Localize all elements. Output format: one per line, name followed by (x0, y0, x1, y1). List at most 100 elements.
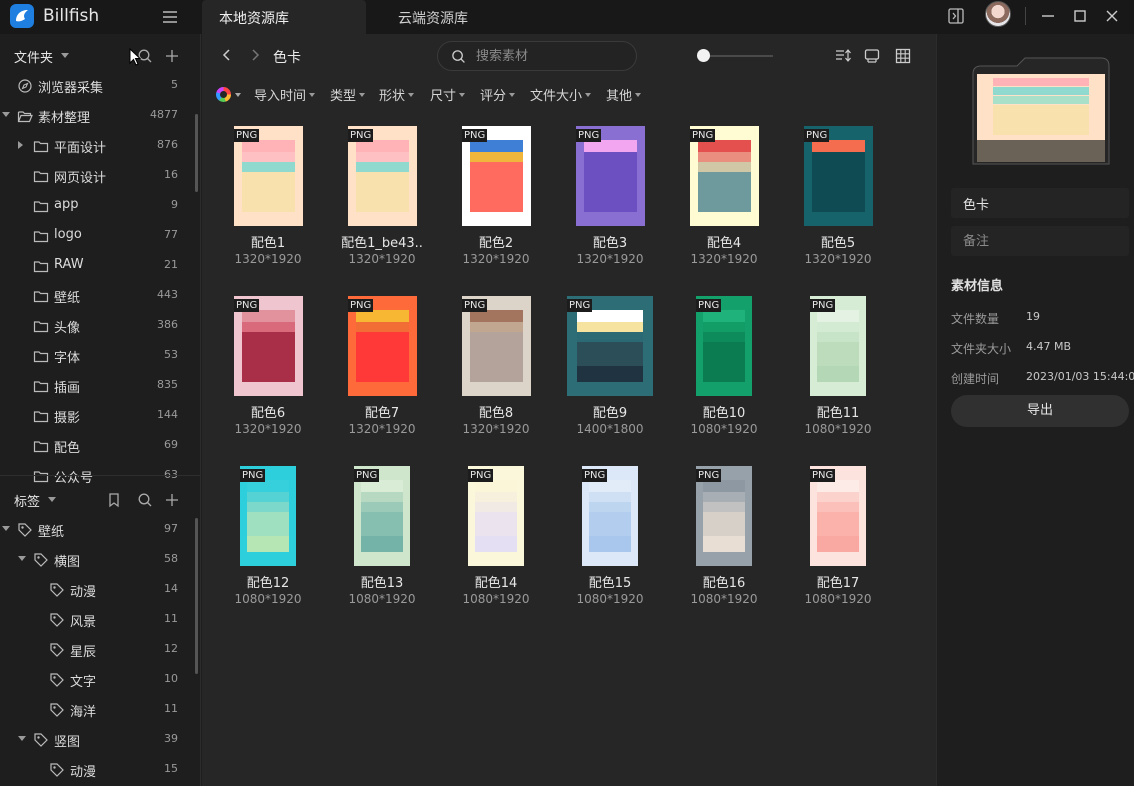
filter-dimension[interactable]: 尺寸 (430, 85, 465, 104)
search-input[interactable] (476, 47, 626, 65)
asset-card[interactable]: PNG 配色3 1320*1920 (560, 126, 660, 276)
sidebar-folder-item[interactable]: 摄影 144 (0, 401, 196, 431)
bookmark-icon[interactable] (106, 492, 122, 512)
asset-card[interactable]: PNG 配色6 1320*1920 (218, 296, 318, 446)
tags-scrollbar[interactable] (195, 518, 198, 674)
asset-card[interactable]: PNG 配色9 1400*1800 (560, 296, 660, 446)
collapse-caret-icon[interactable] (18, 141, 23, 149)
sidebar-folder-item[interactable]: 平面设计 876 (0, 131, 196, 161)
sidebar-folder-item[interactable]: app 9 (0, 191, 196, 221)
asset-thumbnail[interactable]: PNG (690, 126, 759, 226)
sidebar-folder-item[interactable]: logo 77 (0, 221, 196, 251)
filter-shape[interactable]: 形状 (379, 85, 414, 104)
sidebar-tag-item[interactable]: 竖图 39 (0, 725, 196, 755)
user-avatar[interactable] (985, 1, 1011, 27)
sidebar-folder-item[interactable]: 浏览器采集 5 (0, 71, 196, 101)
expand-caret-icon[interactable] (18, 736, 26, 741)
sidebar-folder-item[interactable]: 壁纸 443 (0, 281, 196, 311)
asset-thumbnail[interactable]: PNG (696, 296, 752, 396)
expand-caret-icon[interactable] (2, 526, 10, 531)
panel-toggle-icon[interactable] (947, 7, 965, 25)
expand-caret-icon[interactable] (2, 112, 10, 117)
sidebar-folder-item[interactable]: 配色 69 (0, 431, 196, 461)
asset-thumbnail[interactable]: PNG (582, 466, 638, 566)
asset-thumbnail[interactable]: PNG (804, 126, 873, 226)
asset-card[interactable]: PNG 配色11 1080*1920 (788, 296, 888, 446)
asset-thumbnail[interactable]: PNG (348, 126, 417, 226)
minimize-icon[interactable] (1038, 6, 1058, 26)
asset-card[interactable]: PNG 配色1_be43.. 1320*1920 (332, 126, 432, 276)
asset-thumbnail[interactable]: PNG (462, 296, 531, 396)
asset-card[interactable]: PNG 配色17 1080*1920 (788, 466, 888, 616)
tags-caret-icon[interactable] (48, 497, 56, 502)
asset-card[interactable]: PNG 配色16 1080*1920 (674, 466, 774, 616)
color-filter-icon[interactable] (216, 87, 231, 102)
tab-local-library[interactable]: 本地资源库 (202, 0, 366, 34)
sidebar-tag-item[interactable]: 星辰 12 (0, 635, 196, 665)
asset-thumbnail[interactable]: PNG (468, 466, 524, 566)
sidebar-tag-item[interactable]: 文字 10 (0, 665, 196, 695)
sidebar-tag-item[interactable]: 动漫 14 (0, 575, 196, 605)
asset-thumbnail[interactable]: PNG (240, 466, 296, 566)
asset-card[interactable]: PNG 配色15 1080*1920 (560, 466, 660, 616)
add-tag-icon[interactable] (164, 492, 180, 512)
asset-thumbnail[interactable]: PNG (348, 296, 417, 396)
tab-cloud-library[interactable]: 云端资源库 (380, 0, 540, 34)
asset-dimensions: 1320*1920 (348, 252, 416, 266)
asset-card[interactable]: PNG 配色12 1080*1920 (218, 466, 318, 616)
maximize-icon[interactable] (1070, 6, 1090, 26)
sidebar-tag-item[interactable]: 风景 11 (0, 605, 196, 635)
asset-card[interactable]: PNG 配色2 1320*1920 (446, 126, 546, 276)
asset-card[interactable]: PNG 配色4 1320*1920 (674, 126, 774, 276)
asset-card[interactable]: PNG 配色7 1320*1920 (332, 296, 432, 446)
asset-thumbnail[interactable]: PNG (696, 466, 752, 566)
sidebar-folder-item[interactable]: 素材整理 4877 (0, 101, 196, 131)
asset-thumbnail[interactable]: PNG (354, 466, 410, 566)
zoom-slider-thumb[interactable] (697, 49, 710, 62)
sidebar-folder-item[interactable]: RAW 21 (0, 251, 196, 281)
filter-rating[interactable]: 评分 (480, 85, 515, 104)
asset-thumbnail[interactable]: PNG (576, 126, 645, 226)
asset-card[interactable]: PNG 配色14 1080*1920 (446, 466, 546, 616)
asset-thumbnail[interactable]: PNG (234, 126, 303, 226)
filter-import-time[interactable]: 导入时间 (254, 85, 315, 104)
sort-icon[interactable] (834, 47, 852, 65)
folders-scrollbar[interactable] (195, 114, 198, 192)
file-type-badge: PNG (234, 299, 260, 312)
asset-card[interactable]: PNG 配色13 1080*1920 (332, 466, 432, 616)
asset-thumbnail[interactable]: PNG (234, 296, 303, 396)
asset-card[interactable]: PNG 配色1 1320*1920 (218, 126, 318, 276)
add-folder-icon[interactable] (164, 48, 180, 68)
sidebar-folder-item[interactable]: 插画 835 (0, 371, 196, 401)
asset-thumbnail[interactable]: PNG (462, 126, 531, 226)
asset-thumbnail[interactable]: PNG (567, 296, 653, 396)
filter-type[interactable]: 类型 (330, 85, 365, 104)
folders-caret-icon[interactable] (61, 53, 69, 58)
asset-card[interactable]: PNG 配色8 1320*1920 (446, 296, 546, 446)
sidebar-folder-item[interactable]: 头像 386 (0, 311, 196, 341)
asset-thumbnail[interactable]: PNG (810, 296, 866, 396)
tag-search-icon[interactable] (137, 492, 153, 512)
sidebar-folder-item[interactable]: 网页设计 16 (0, 161, 196, 191)
asset-thumbnail[interactable]: PNG (810, 466, 866, 566)
asset-card[interactable]: PNG 配色5 1320*1920 (788, 126, 888, 276)
preview-layout-icon[interactable] (863, 47, 881, 65)
close-icon[interactable] (1102, 6, 1122, 26)
grid-view-icon[interactable] (894, 47, 912, 65)
asset-card[interactable]: PNG 配色10 1080*1920 (674, 296, 774, 446)
sidebar-folder-item[interactable]: 字体 53 (0, 341, 196, 371)
note-field[interactable] (951, 226, 1129, 256)
menu-icon[interactable] (160, 7, 180, 27)
color-filter-caret-icon[interactable] (235, 93, 241, 97)
export-button[interactable]: 导出 (951, 395, 1129, 427)
back-icon[interactable] (218, 46, 236, 64)
forward-icon[interactable] (246, 46, 264, 64)
expand-caret-icon[interactable] (18, 556, 26, 561)
sidebar-tag-item[interactable]: 壁纸 97 (0, 515, 196, 545)
sidebar-tag-item[interactable]: 动漫 15 (0, 755, 196, 785)
sidebar-tag-item[interactable]: 横图 58 (0, 545, 196, 575)
filter-file-size[interactable]: 文件大小 (530, 85, 591, 104)
folder-name-field[interactable] (951, 188, 1129, 218)
sidebar-tag-item[interactable]: 海洋 11 (0, 695, 196, 725)
filter-other[interactable]: 其他 (606, 85, 641, 104)
